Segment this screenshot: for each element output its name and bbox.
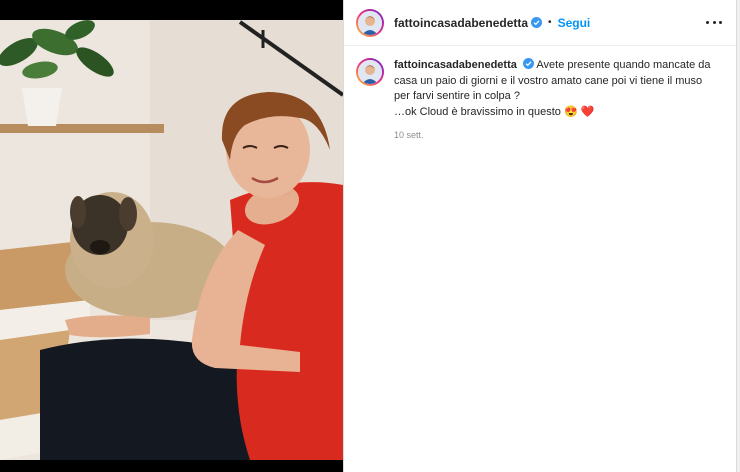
post-timestamp[interactable]: 10 sett. <box>394 128 712 144</box>
username[interactable]: fattoincasadabenedetta <box>394 16 528 30</box>
avatar[interactable] <box>356 8 384 37</box>
caption-avatar[interactable] <box>356 58 384 86</box>
caption-line: …ok Cloud è bravissimo in questo 😍 ❤️ <box>394 105 595 118</box>
follow-button[interactable]: Segui <box>558 16 591 30</box>
more-options-icon[interactable] <box>706 14 722 30</box>
post-header: fattoincasadabenedetta • Segui <box>344 0 736 46</box>
caption-line: casa un paio di giorni e il vostro amato… <box>394 74 703 87</box>
verified-badge-icon <box>531 17 543 28</box>
separator-dot: • <box>548 17 552 28</box>
caption-username[interactable]: fattoincasadabenedetta <box>394 59 517 71</box>
post-panel: fattoincasadabenedetta • Segui fattoinca… <box>343 0 736 472</box>
page-scrollbar-edge <box>736 0 740 472</box>
caption: fattoincasadabenedetta Avete presente qu… <box>344 46 736 144</box>
caption-text: fattoincasadabenedetta Avete presente qu… <box>394 58 712 144</box>
caption-line: per farvi sentire in colpa ? <box>394 90 520 102</box>
post-photo[interactable] <box>0 0 343 472</box>
verified-badge-icon <box>522 58 534 69</box>
caption-line: Avete presente quando mancate da <box>536 59 711 71</box>
